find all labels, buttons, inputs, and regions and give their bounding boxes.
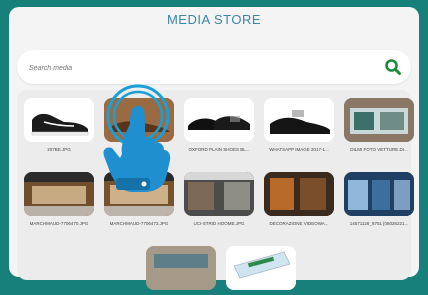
media-filename: 14571128_8751 [08026221... [349, 221, 409, 226]
media-tile[interactable] [226, 246, 296, 295]
media-filename: WHATSAPP IMAGE 2017-1... [269, 147, 329, 152]
video-wall-image [264, 172, 334, 216]
media-tile[interactable] [146, 246, 216, 295]
media-tile[interactable]: UCI-STRID HOOME.JPG [184, 172, 254, 226]
search-bar[interactable] [17, 50, 411, 84]
search-icon[interactable] [383, 57, 403, 77]
store-aisle-image [184, 172, 254, 216]
search-input[interactable] [27, 58, 361, 78]
display-image [146, 246, 216, 290]
storefront-image [344, 172, 414, 216]
media-filename: UCI-STRID HOOME.JPG [193, 221, 245, 226]
media-store-panel: MEDIA STORE 207BE.JPG [9, 7, 419, 290]
media-tile[interactable]: DECORAZIONE VIDEOWA... [264, 172, 334, 226]
media-filename: DILMI FOTO VETTURE.DI... [350, 147, 408, 152]
tap-hand-icon [103, 84, 171, 192]
store-interior-image [24, 172, 94, 216]
media-tile[interactable]: MARCHMAUD-7706470.JPG [24, 172, 94, 226]
media-grid: 207BE.JPG OXFORD PLAIN SHOES BL... WHATS… [17, 90, 414, 290]
screen-image [226, 246, 296, 290]
media-tile[interactable]: 14571128_8751 [08026221... [344, 172, 414, 226]
media-filename: 207BE.JPG [47, 147, 71, 152]
oxford-shoes-image [184, 98, 254, 142]
media-filename: MARCHMAUD-7706470.JPG [29, 221, 89, 226]
media-filename: MARCHMAUD-7706473.JPG [109, 221, 169, 226]
media-filename: DECORAZIONE VIDEOWA... [269, 221, 329, 226]
media-tile[interactable]: OXFORD PLAIN SHOES BL... [184, 98, 254, 152]
media-tile[interactable]: WHATSAPP IMAGE 2017-1... [264, 98, 334, 152]
storefront-image [344, 98, 414, 142]
sneaker-image [24, 98, 94, 142]
page-title: MEDIA STORE [166, 12, 262, 27]
media-tile[interactable]: DILMI FOTO VETTURE.DI... [344, 98, 414, 152]
media-tile[interactable]: 207BE.JPG [24, 98, 94, 152]
media-filename: OXFORD PLAIN SHOES BL... [188, 147, 250, 152]
dress-shoe-image [264, 98, 334, 142]
